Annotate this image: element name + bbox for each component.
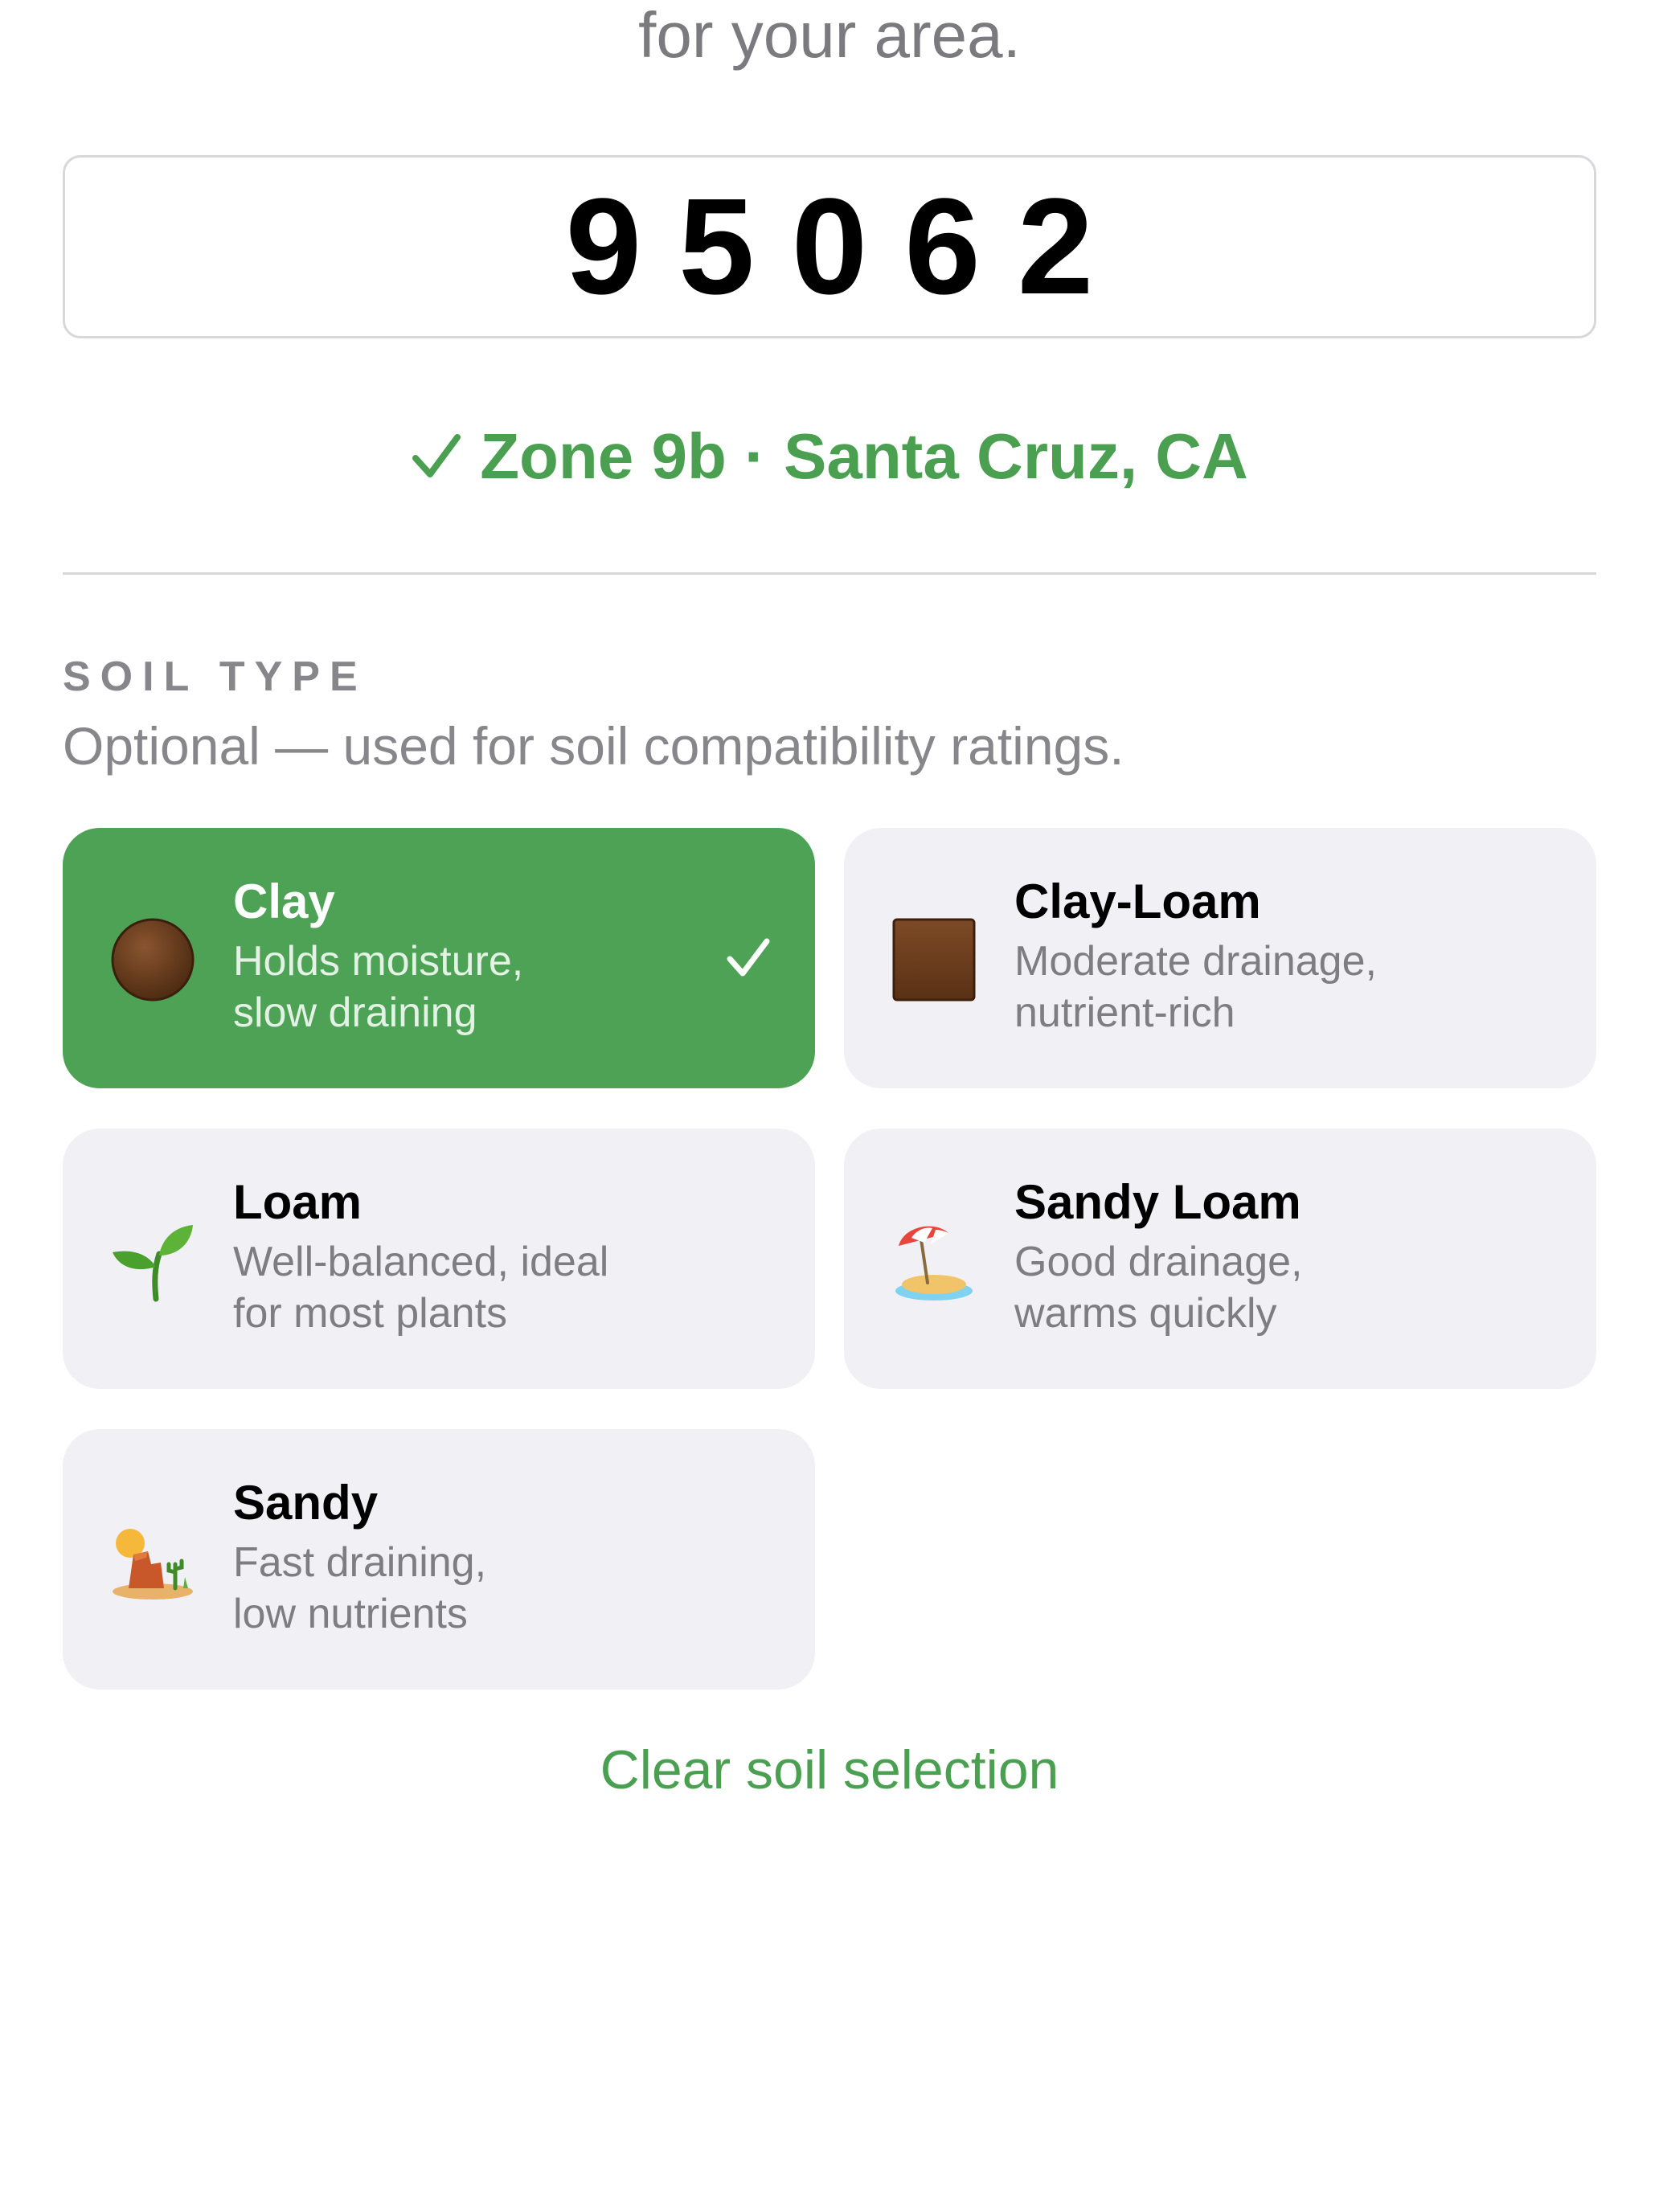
check-icon [412,434,461,477]
selected-check-icon [727,938,770,977]
soil-option-title: Loam [233,1175,363,1229]
soil-option-desc: Good drainage, warms quickly [1014,1236,1513,1339]
section-divider [63,572,1596,575]
soil-option-desc-line: low nutrients [233,1591,468,1637]
soil-option-desc-line: Fast draining, [233,1539,487,1586]
soil-option-title: Clay-Loam [1014,875,1261,928]
soil-option-desc-line: Holds moisture, [233,938,524,985]
zip-code-value: 95062 [565,170,1131,323]
soil-option-text: Clay Holds moisture, slow draining [233,873,731,1038]
soil-option-sandy[interactable]: Sandy Fast draining, low nutrients [63,1429,815,1690]
desert-icon [113,1529,193,1600]
soil-option-desc-line: Good drainage, [1014,1239,1303,1285]
brown-circle-icon [111,918,195,1002]
soil-option-desc-line: Well-balanced, ideal [233,1239,609,1285]
soil-type-help: Optional — used for soil compatibility r… [63,716,1124,776]
clear-soil-selection-button[interactable]: Clear soil selection [0,1736,1659,1804]
soil-option-sandy-loam[interactable]: Sandy Loam Good drainage, warms quickly [844,1129,1596,1389]
brown-square-icon [892,918,976,1002]
soil-option-title: Clay [233,875,335,928]
seedling-icon [113,1225,193,1302]
soil-option-text: Clay-Loam Moderate drainage, nutrient-ri… [1014,873,1513,1038]
soil-option-title: Sandy Loam [1014,1175,1301,1229]
soil-option-desc-line: warms quickly [1014,1290,1277,1337]
soil-option-desc-line: slow draining [233,989,477,1036]
soil-option-desc: Fast draining, low nutrients [233,1537,731,1640]
zip-code-input[interactable]: 95062 [63,155,1596,338]
beach-umbrella-icon [895,1226,973,1301]
soil-option-clay-loam[interactable]: Clay-Loam Moderate drainage, nutrient-ri… [844,828,1596,1088]
soil-option-clay[interactable]: Clay Holds moisture, slow draining [63,828,815,1088]
soil-option-desc: Holds moisture, slow draining [233,936,731,1038]
soil-option-text: Sandy Fast draining, low nutrients [233,1474,731,1640]
soil-option-desc: Well-balanced, ideal for most plants [233,1236,731,1339]
soil-option-desc-line: nutrient-rich [1014,989,1235,1036]
soil-option-desc: Moderate drainage, nutrient-rich [1014,936,1513,1038]
soil-option-desc-line: for most plants [233,1290,508,1337]
soil-option-text: Loam Well-balanced, ideal for most plant… [233,1174,731,1339]
soil-type-label: SOIL TYPE [63,653,367,700]
intro-text: for your area. [638,0,1021,71]
soil-option-loam[interactable]: Loam Well-balanced, ideal for most plant… [63,1129,815,1389]
soil-option-title: Sandy [233,1476,379,1530]
zone-status: Zone 9b · Santa Cruz, CA [0,418,1659,495]
soil-option-desc-line: Moderate drainage, [1014,938,1377,985]
zone-status-text: Zone 9b · Santa Cruz, CA [480,420,1248,492]
soil-option-text: Sandy Loam Good drainage, warms quickly [1014,1174,1513,1339]
